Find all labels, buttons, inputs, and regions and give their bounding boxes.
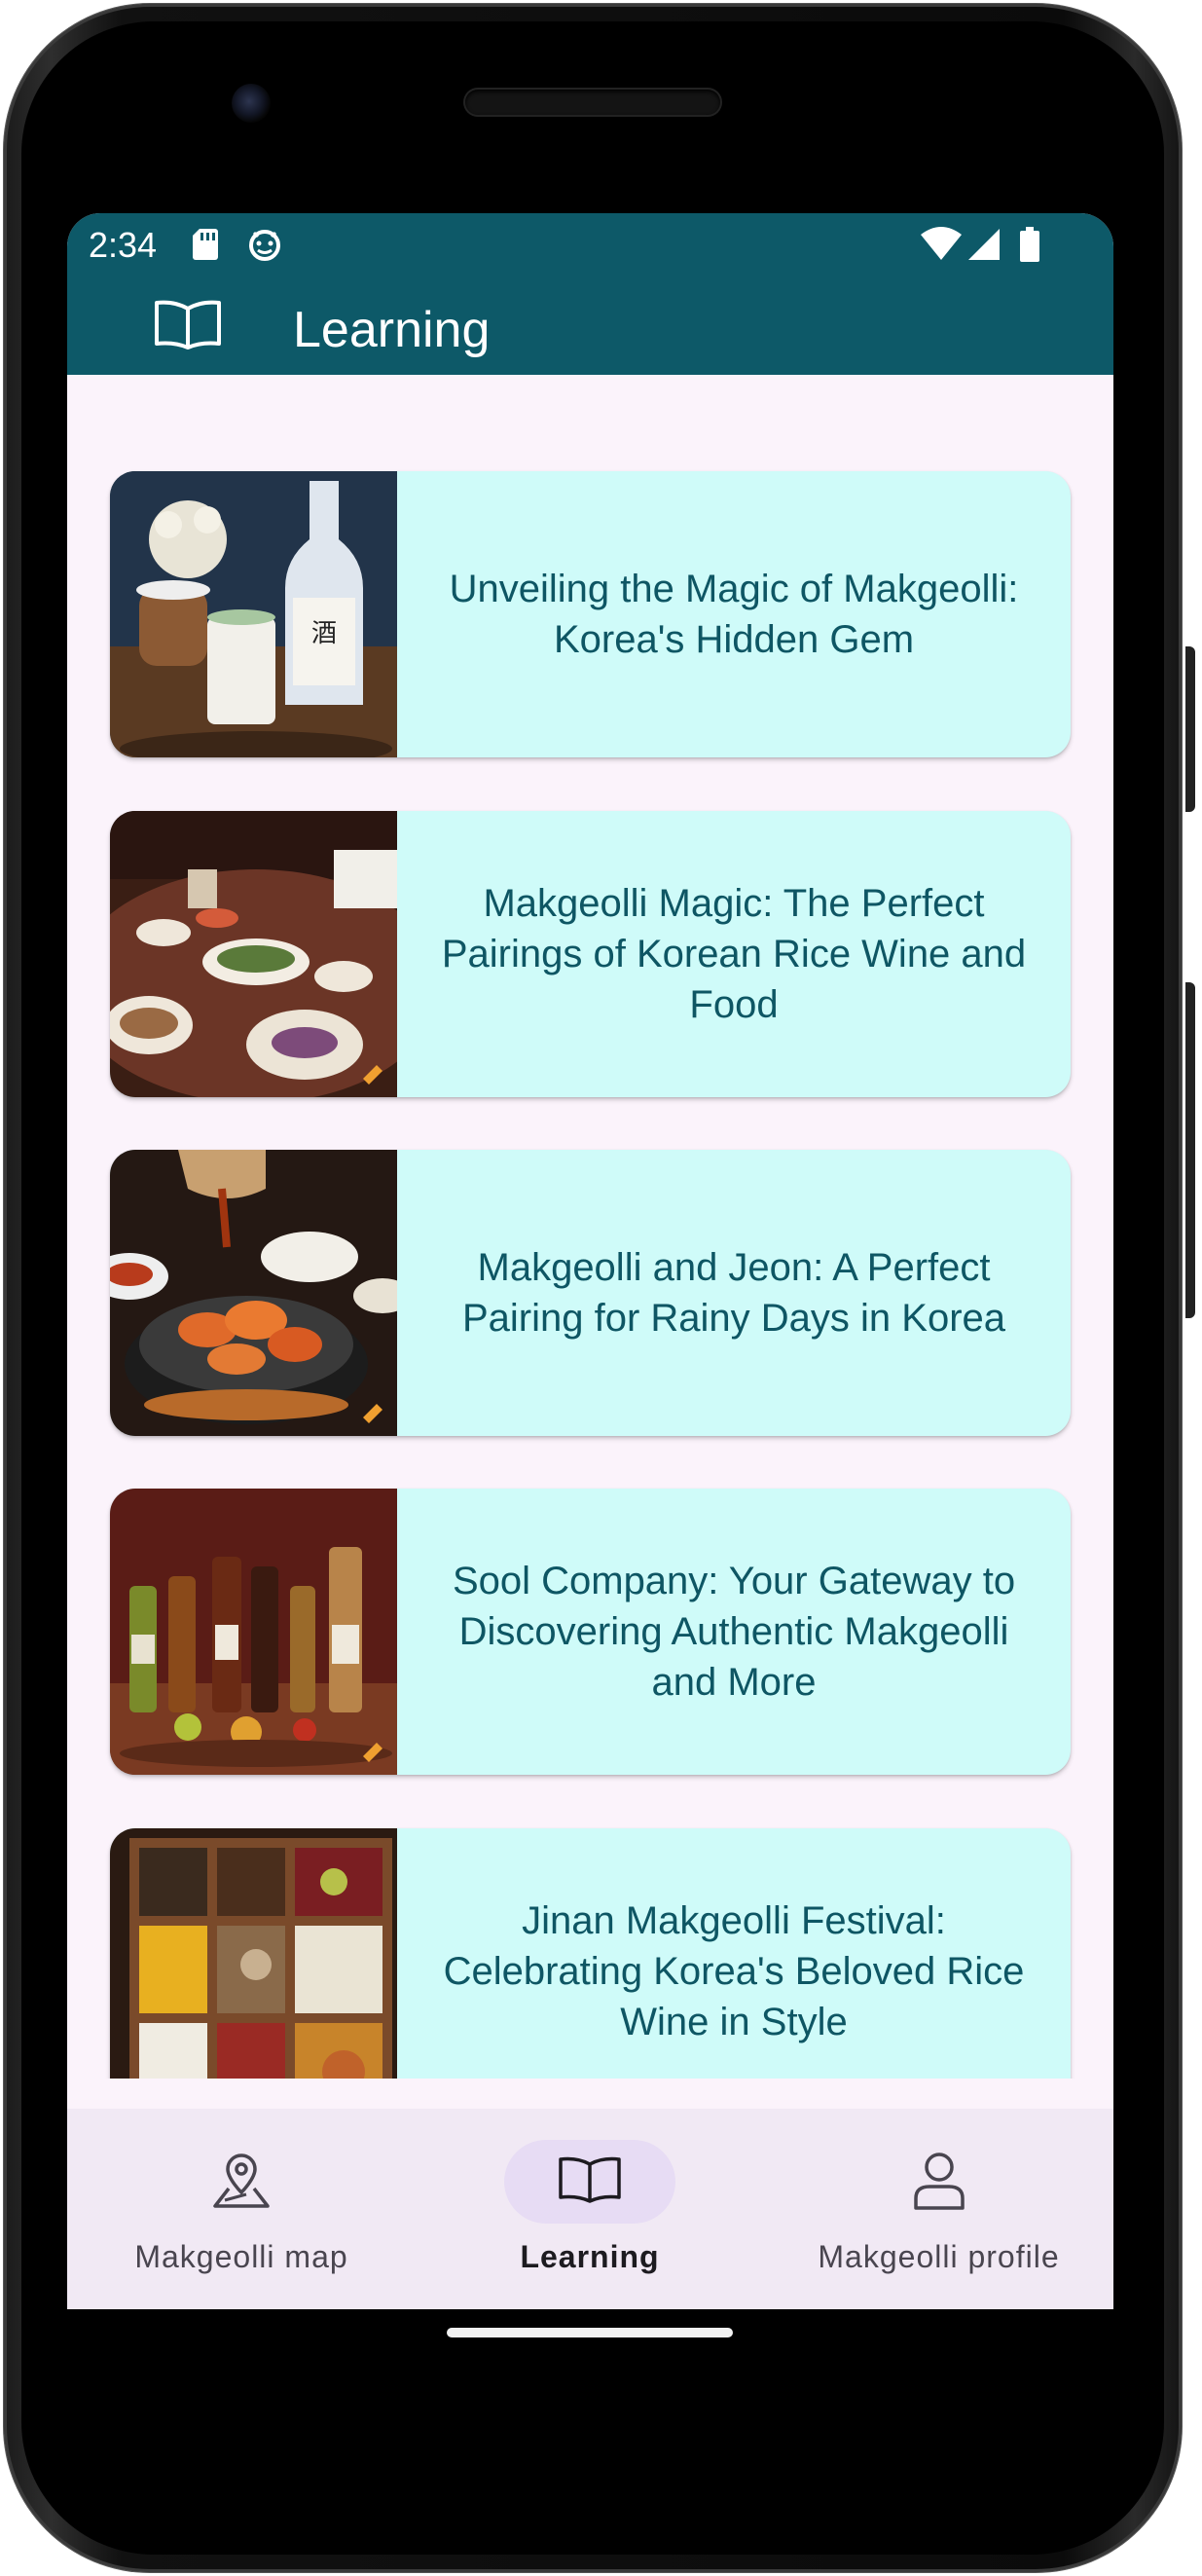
article-title: Sool Company: Your Gateway to Discoverin… [452, 1560, 1016, 1704]
sd-card-icon [192, 227, 219, 267]
nav-item-learning[interactable]: Learning [416, 2109, 764, 2309]
nav-label: Learning [520, 2239, 660, 2274]
wifi-icon [920, 227, 963, 267]
status-bar: 2:34 [67, 213, 1113, 277]
svg-text:酒: 酒 [311, 619, 337, 648]
nav-item-makgeolli-profile[interactable]: Makgeolli profile [764, 2109, 1113, 2309]
article-title: Unveiling the Magic of Makgeolli: Korea'… [449, 568, 1019, 661]
article-title: Makgeolli and Jeon: A Perfect Pairing fo… [461, 1246, 1006, 1340]
korean-dinner-table-photo [110, 811, 397, 1097]
status-time: 2:34 [89, 225, 158, 265]
nav-indicator [854, 2140, 1025, 2224]
android-debug-icon [246, 227, 283, 267]
nav-label: Makgeolli profile [818, 2239, 1060, 2274]
article-list[interactable]: 酒 Unveiling the Magic of Makgeolli: Kore… [67, 375, 1113, 2079]
home-indicator[interactable] [447, 2328, 733, 2337]
article-card[interactable]: Jinan Makgeolli Festival: Celebrating Ko… [110, 1828, 1071, 2079]
volume-button [1185, 982, 1195, 1318]
ingredient-box-photo [110, 1828, 397, 2079]
battery-icon [1019, 227, 1040, 267]
page-title: Learning [293, 302, 491, 358]
nav-label: Makgeolli map [134, 2239, 348, 2274]
bottles-lineup-photo [110, 1489, 397, 1775]
front-camera [232, 84, 271, 123]
app-screen: 2:34 Learning 酒 Unveiling the Magic of M… [67, 213, 1113, 2309]
nav-item-makgeolli-map[interactable]: Makgeolli map [67, 2109, 416, 2309]
power-button [1185, 646, 1195, 812]
signal-icon [966, 227, 1002, 267]
nav-indicator [156, 2140, 327, 2224]
jeon-pan-photo [110, 1150, 397, 1436]
top-app-bar: Learning [67, 277, 1113, 375]
article-card[interactable]: Sool Company: Your Gateway to Discoverin… [110, 1489, 1071, 1775]
article-title: Jinan Makgeolli Festival: Celebrating Ko… [443, 1899, 1025, 2043]
map-pin-icon [209, 2148, 273, 2217]
article-card[interactable]: 酒 Unveiling the Magic of Makgeolli: Kore… [110, 471, 1071, 757]
article-card[interactable]: Makgeolli and Jeon: A Perfect Pairing fo… [110, 1150, 1071, 1436]
book-open-icon [153, 297, 223, 356]
article-title: Makgeolli Magic: The Perfect Pairings of… [441, 882, 1027, 1026]
person-icon [910, 2148, 968, 2217]
nav-indicator [504, 2140, 675, 2224]
article-card[interactable]: Makgeolli Magic: The Perfect Pairings of… [110, 811, 1071, 1097]
makgeolli-bottle-photo: 酒 [110, 471, 397, 757]
earpiece-speaker [465, 90, 720, 115]
bottom-navigation: Makgeolli map Learning Makgeolli profile [67, 2109, 1113, 2309]
book-open-icon [556, 2154, 624, 2210]
